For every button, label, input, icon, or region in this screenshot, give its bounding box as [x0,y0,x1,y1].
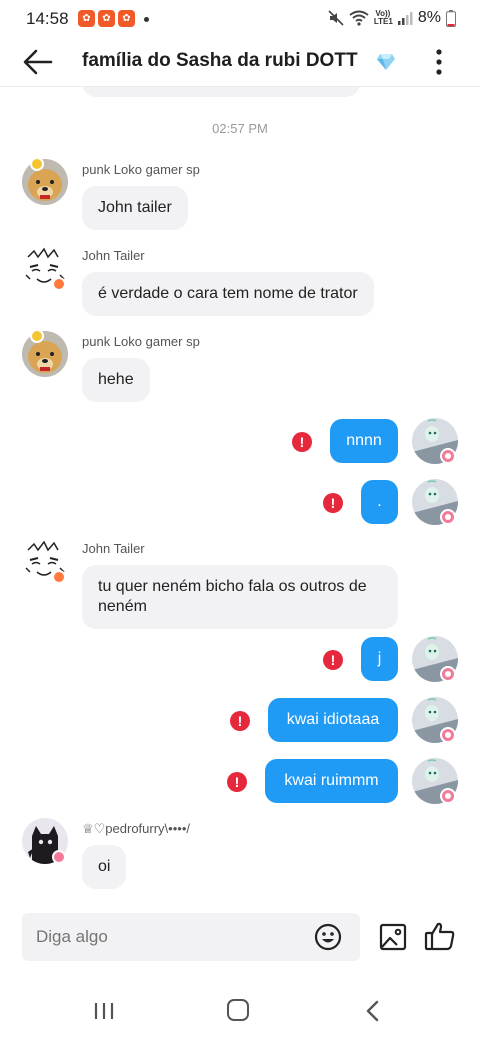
message-composer[interactable] [22,913,360,961]
sender-name: punk Loko gamer sp [82,334,200,349]
message-bubble[interactable]: . [361,480,398,524]
recent-apps-button[interactable] [92,1000,116,1022]
chevron-left-icon [366,1000,379,1022]
sender-name: John Tailer [82,248,145,263]
arrow-left-icon [23,49,53,75]
system-nav-bar [0,985,480,1040]
chat-screen: 14:58 ✿ ✿ ✿ Vo)) LTE1 8% família do Sash… [0,0,480,1040]
message-bubble[interactable]: John tailer [82,186,188,230]
image-button[interactable] [378,922,408,952]
message-bubble[interactable]: kwai idiotaaa [268,698,398,742]
send-failed-icon[interactable]: ! [323,493,343,513]
message-input[interactable] [36,927,306,947]
message-list[interactable]: 02:57 PM punk Loko gamer sp John tailer [0,87,480,907]
message-bubble[interactable]: é verdade o cara tem nome de trator [82,272,374,316]
crown-badge [30,329,44,343]
chat-title[interactable]: família do Sasha da rubi DOTT [82,50,358,72]
image-icon [379,923,407,951]
diamond-icon [377,54,395,70]
status-time: 14:58 [26,9,69,28]
message-bubble[interactable]: nnnn [330,419,398,463]
app-notification-icon: ✿ [118,10,135,27]
more-vertical-icon [436,49,442,75]
battery-icon [446,9,456,27]
status-badge [440,509,456,525]
send-failed-icon[interactable]: ! [230,711,250,731]
mute-icon [328,10,344,26]
app-notification-icon: ✿ [78,10,95,27]
emoji-button[interactable] [314,923,342,951]
wifi-icon [349,10,369,26]
status-badge [52,570,66,584]
message-bubble[interactable]: hehe [82,358,150,402]
status-badge [52,850,66,864]
volte-indicator: Vo)) LTE1 [373,9,393,26]
status-badge [52,277,66,291]
status-badge [440,788,456,804]
app-notification-icon: ✿ [98,10,115,27]
battery-percent: 8% [417,9,441,26]
back-button[interactable] [20,44,56,80]
status-badge [440,448,456,464]
sender-name: punk Loko gamer sp [82,162,200,177]
status-badge [440,727,456,743]
dog-avatar-icon [22,159,68,205]
previous-message-bubble [82,87,360,97]
message-bubble[interactable]: j [361,637,398,681]
sender-name: ♕♡pedrofurry\••••/ [82,821,190,836]
signal-icon [397,12,413,25]
time-separator: 02:57 PM [212,121,268,136]
more-options-button[interactable] [426,44,452,80]
thumbs-up-icon [424,922,455,951]
send-failed-icon[interactable]: ! [323,650,343,670]
status-bar: 14:58 ✿ ✿ ✿ Vo)) LTE1 8% [0,0,480,38]
emoji-icon [314,923,342,951]
avatar[interactable] [22,159,68,205]
send-failed-icon[interactable]: ! [292,432,312,452]
recent-apps-icon [94,1003,114,1019]
dog-avatar-icon [22,331,68,377]
send-failed-icon[interactable]: ! [227,772,247,792]
message-bubble[interactable]: kwai ruimmm [265,759,398,803]
more-notifications-dot [144,17,149,22]
home-button[interactable] [227,999,249,1021]
system-back-button[interactable] [364,999,380,1023]
sender-name: John Tailer [82,541,145,556]
message-bubble[interactable]: oi [82,845,127,889]
status-badge [440,666,456,682]
chat-header: família do Sasha da rubi DOTT [0,38,480,86]
message-bubble[interactable]: tu quer neném bicho fala os outros de ne… [82,565,398,629]
like-button[interactable] [424,920,456,952]
status-right: Vo)) LTE1 8% [328,8,456,28]
crown-badge [30,157,44,171]
avatar[interactable] [22,331,68,377]
